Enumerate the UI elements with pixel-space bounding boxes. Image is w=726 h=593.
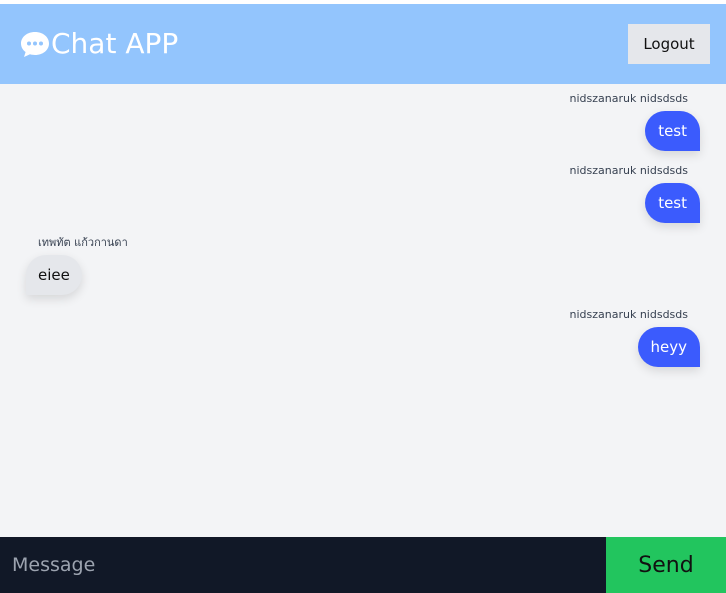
message-item: nidszanaruk nidsdsds heyy [569,308,700,367]
logout-button[interactable]: Logout [628,24,710,64]
message-item: nidszanaruk nidsdsds test [569,92,700,151]
message-input[interactable] [0,537,606,593]
chat-bubble-icon [21,32,49,57]
send-button[interactable]: Send [606,537,726,593]
message-sender: เทพทัต แก้วกานดา [38,236,128,249]
message-item: เทพทัต แก้วกานดา eiee [26,236,128,295]
message-bubble: test [645,111,700,151]
message-sender: nidszanaruk nidsdsds [569,92,689,105]
chat-app: Chat APP Logout nidszanaruk nidsdsds tes… [0,4,726,593]
message-list: nidszanaruk nidsdsds test nidszanaruk ni… [0,84,726,537]
message-bubble: heyy [637,327,700,367]
app-title: Chat APP [51,27,179,60]
message-bubble: eiee [26,255,82,295]
message-bubble: test [645,183,700,223]
message-sender: nidszanaruk nidsdsds [569,308,689,321]
message-item: nidszanaruk nidsdsds test [569,164,700,223]
message-composer: Send [0,537,726,593]
message-sender: nidszanaruk nidsdsds [569,164,689,177]
app-header: Chat APP Logout [0,4,726,84]
brand: Chat APP [19,26,178,62]
